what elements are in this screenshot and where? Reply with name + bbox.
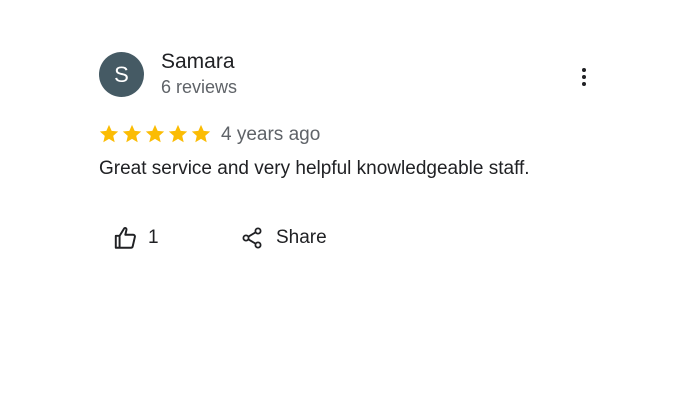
star-icon — [168, 124, 188, 143]
thumb-up-icon — [114, 226, 136, 249]
star-icon — [122, 124, 142, 143]
more-vert-icon-dot — [582, 75, 586, 79]
star-rating — [98, 123, 212, 145]
star-icon — [191, 124, 211, 143]
avatar[interactable]: S — [99, 52, 144, 97]
review-card: S Samara 6 reviews 4 years ago Great ser… — [0, 0, 694, 417]
like-count: 1 — [148, 227, 159, 248]
reviewer-review-count[interactable]: 6 reviews — [161, 76, 237, 98]
avatar-initial: S — [114, 61, 129, 87]
share-icon — [242, 227, 262, 249]
more-options-button[interactable] — [570, 62, 598, 92]
more-vert-icon-dot — [582, 82, 586, 86]
more-vert-icon — [582, 68, 586, 72]
review-text: Great service and very helpful knowledge… — [99, 158, 530, 179]
star-icon — [145, 124, 165, 143]
review-date: 4 years ago — [221, 124, 321, 145]
like-button[interactable]: 1 — [112, 222, 159, 254]
reviewer-name[interactable]: Samara — [161, 49, 235, 75]
share-button[interactable]: Share — [240, 222, 327, 254]
share-label: Share — [276, 227, 327, 248]
star-icon — [99, 124, 119, 143]
